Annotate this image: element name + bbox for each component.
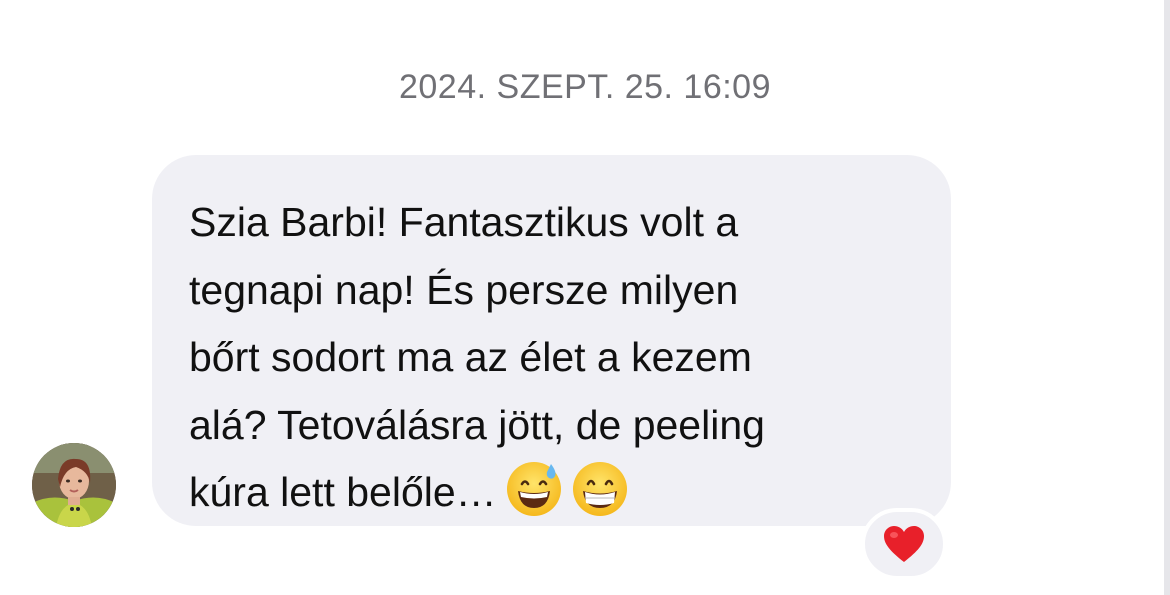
heart-reaction-badge[interactable]	[861, 508, 947, 580]
message-line: alá? Tetoválásra jött, de peeling	[189, 401, 765, 448]
message-line: kúra lett belőle…	[189, 469, 497, 515]
avatar-image	[32, 443, 116, 527]
chat-thread: 2024. SZEPT. 25. 16:09 Szia Barbi! Fanta…	[0, 0, 1170, 595]
message-line: tegnapi nap! És persze milyen	[189, 266, 739, 313]
red-heart-icon	[884, 526, 924, 562]
grinning-face-with-sweat-icon	[505, 460, 563, 518]
beaming-face-icon	[571, 460, 629, 518]
message-last-line: kúra lett belőle…	[189, 459, 921, 527]
message-line: Szia Barbi! Fantasztikus volt a	[189, 199, 739, 245]
message-timestamp: 2024. SZEPT. 25. 16:09	[398, 68, 772, 106]
scrollbar-edge	[1164, 0, 1170, 595]
sender-avatar[interactable]	[32, 443, 116, 527]
message-line: bőrt sodort ma az élet a kezem	[189, 334, 752, 380]
incoming-message-bubble[interactable]: Szia Barbi! Fantasztikus volt a tegnapi …	[152, 155, 951, 526]
